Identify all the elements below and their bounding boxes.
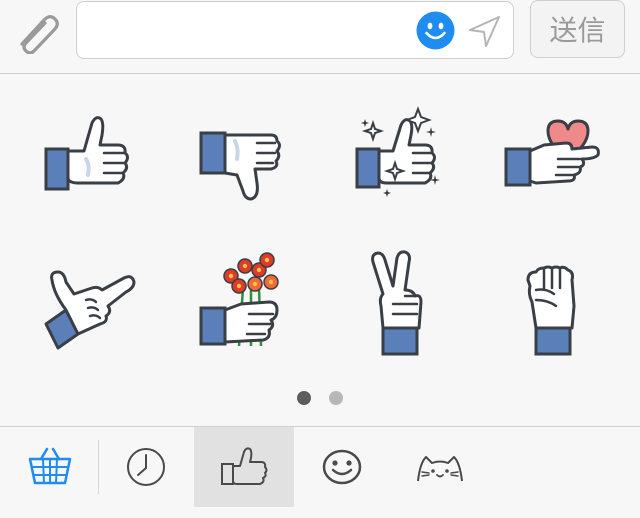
- page-dot-inactive[interactable]: [329, 391, 343, 405]
- cat-icon: [417, 456, 463, 482]
- tab-cat-stickers[interactable]: [390, 427, 490, 507]
- sticker-hand-holding-flowers[interactable]: [185, 248, 295, 358]
- attach-paperclip-icon[interactable]: [14, 10, 62, 55]
- tab-face-stickers[interactable]: [292, 427, 392, 507]
- sticker-category-tabbar: [0, 426, 640, 518]
- sticker-raised-fist[interactable]: [496, 248, 606, 358]
- sticker-sparkling-thumbs-up[interactable]: [343, 101, 453, 211]
- thumbs-up-icon: [221, 447, 268, 485]
- smiley-face-icon: [322, 449, 362, 485]
- tab-sticker-shop[interactable]: [0, 427, 100, 507]
- send-arrow-icon[interactable]: [467, 13, 503, 49]
- sticker-peace-sign-hand[interactable]: [343, 248, 453, 358]
- sticker-thumbs-down[interactable]: [185, 101, 295, 211]
- emoji-picker-icon[interactable]: [416, 11, 455, 50]
- message-input[interactable]: [89, 12, 413, 50]
- send-button[interactable]: 送信: [530, 0, 625, 58]
- page-dot-active[interactable]: [297, 391, 311, 405]
- page-indicator: [297, 391, 347, 407]
- clock-icon: [127, 448, 165, 486]
- message-input-container: [76, 1, 514, 59]
- tab-thumbs-up-stickers[interactable]: [194, 427, 294, 507]
- sticker-thumbs-up[interactable]: [32, 101, 142, 211]
- tab-recent[interactable]: [96, 427, 196, 507]
- sticker-hand-holding-heart[interactable]: [496, 101, 606, 211]
- message-composer: 送信: [0, 0, 640, 74]
- sticker-shaka-hand[interactable]: [32, 248, 142, 358]
- basket-icon: [28, 447, 72, 485]
